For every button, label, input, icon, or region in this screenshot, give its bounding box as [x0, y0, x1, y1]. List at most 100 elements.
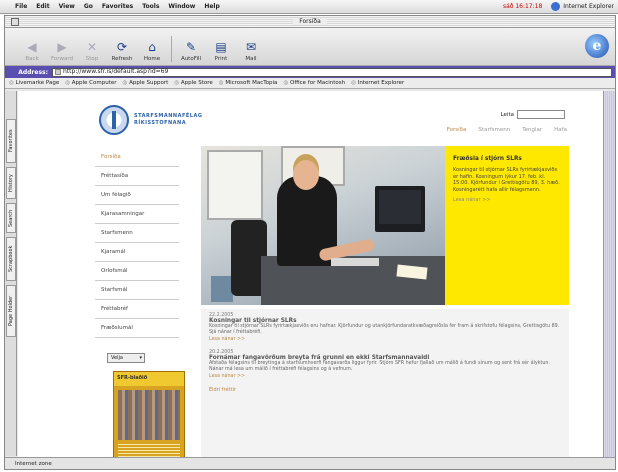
- leftnav-item[interactable]: Kjaramál: [95, 243, 179, 262]
- mail-button[interactable]: ✉ Mail: [236, 40, 266, 62]
- topnav-item[interactable]: Starfsmenn: [478, 127, 510, 133]
- favorite-link[interactable]: Livemarke Page: [9, 80, 60, 86]
- favorite-link[interactable]: Apple Support: [123, 80, 168, 86]
- autofill-button[interactable]: ✎ AutoFill: [176, 40, 206, 62]
- favorite-link[interactable]: Apple Computer: [65, 80, 117, 86]
- photo-bin: [211, 276, 233, 302]
- print-icon: ▤: [215, 40, 227, 54]
- favorite-link[interactable]: Apple Store: [174, 80, 213, 86]
- promo-box: Fræðsla í stjórn SLRs Kosningar til stjó…: [445, 146, 569, 305]
- topnav-item[interactable]: Hafa: [554, 127, 567, 133]
- hero-photo: [201, 146, 445, 305]
- news-read-more-link[interactable]: Lesa nánar >>: [209, 374, 561, 379]
- forward-button[interactable]: ▶ Forward: [47, 40, 77, 62]
- menubar-clock: sáð 16:17:18: [502, 3, 543, 10]
- menu-window[interactable]: Window: [168, 3, 195, 10]
- window-titlebar[interactable]: Forsíða: [5, 16, 615, 28]
- tab-favorites[interactable]: Favorites: [6, 119, 16, 163]
- favorite-link[interactable]: Office for Macintosh: [283, 80, 345, 86]
- promo-body: Kosningar til stjórnar SLRs fyrirtækjasv…: [453, 167, 560, 193]
- magazine-title: SFR-blaðið: [114, 372, 184, 386]
- application-name: Internet Explorer: [563, 3, 614, 10]
- leftnav-item[interactable]: Starfsmál: [95, 281, 179, 300]
- tab-history[interactable]: History: [6, 167, 16, 199]
- leftnav-item[interactable]: Fréttabréf: [95, 300, 179, 319]
- internet-explorer-app-icon: [551, 2, 561, 11]
- address-label: Address:: [18, 68, 48, 76]
- topnav-item[interactable]: Forsíða: [447, 127, 467, 133]
- menu-edit[interactable]: Edit: [36, 3, 49, 10]
- page-proxy-icon[interactable]: [55, 69, 61, 75]
- tab-scrapbook[interactable]: Scrapbook: [6, 237, 16, 281]
- site-logo[interactable]: STARFSMANNAFÉLAG RÍKISSTOFNANA: [99, 105, 202, 135]
- promo-title: Fræðsla í stjórn SLRs: [453, 156, 522, 162]
- magazine-cover[interactable]: SFR-blaðið: [113, 371, 185, 457]
- news-body: Kosningar til stjórnar SLRs fyrirtækjasv…: [209, 324, 560, 335]
- forward-arrow-icon: ▶: [57, 40, 67, 54]
- refresh-button[interactable]: ⟳ Refresh: [107, 40, 137, 62]
- autofill-icon: ✎: [185, 40, 197, 54]
- mail-icon: ✉: [245, 40, 257, 54]
- window-close-box[interactable]: [11, 18, 19, 26]
- vertical-scrollbar[interactable]: [603, 91, 615, 457]
- status-text: Internet zone: [15, 460, 52, 467]
- magazine-photo: [118, 390, 180, 440]
- logo-text: STARFSMANNAFÉLAG RÍKISSTOFNANA: [134, 113, 202, 127]
- refresh-label: Refresh: [111, 56, 133, 62]
- menu-favorites[interactable]: Favorites: [102, 3, 133, 10]
- stop-icon: ✕: [86, 40, 98, 54]
- print-label: Print: [214, 56, 228, 62]
- photo-person-head: [293, 160, 319, 190]
- leftnav-item[interactable]: Kjarasamningar: [95, 205, 179, 224]
- menu-file[interactable]: File: [15, 3, 27, 10]
- menu-view[interactable]: View: [59, 3, 75, 10]
- magazine-text: [118, 444, 180, 457]
- home-icon: ⌂: [148, 40, 156, 54]
- topnav-item[interactable]: Tenglar: [522, 127, 542, 133]
- autofill-label: AutoFill: [180, 56, 202, 62]
- photo-keyboard: [331, 258, 379, 266]
- tab-page-holder[interactable]: Page Holder: [6, 285, 16, 337]
- leftnav-item[interactable]: Fréttasíða: [95, 167, 179, 186]
- leftnav-item[interactable]: Um félagið: [95, 186, 179, 205]
- leftnav-item[interactable]: Orlofsmál: [95, 262, 179, 281]
- search-input[interactable]: [517, 110, 565, 119]
- browser-toolbar: ◀ Back ▶ Forward ✕ Stop ⟳ Refresh ⌂ Home…: [5, 28, 615, 66]
- address-field[interactable]: http://www.sfr.is/default.asp?id=69: [52, 67, 612, 77]
- tab-search[interactable]: Search: [6, 203, 16, 233]
- menu-go[interactable]: Go: [84, 3, 93, 10]
- left-navigation: Forsíða Fréttasíða Um félagið Kjarasamni…: [95, 148, 179, 338]
- internet-explorer-logo-icon: e: [585, 34, 609, 58]
- back-arrow-icon: ◀: [27, 40, 37, 54]
- site-container: STARFSMANNAFÉLAG RÍKISSTOFNANA Leita For…: [89, 91, 575, 457]
- back-button[interactable]: ◀ Back: [17, 40, 47, 62]
- news-item: 20.2.2005 Fornámar fangavörðum breyta fr…: [209, 350, 561, 379]
- stop-button[interactable]: ✕ Stop: [77, 40, 107, 62]
- menu-tools[interactable]: Tools: [142, 3, 159, 10]
- favorite-link[interactable]: Internet Explorer: [351, 80, 405, 86]
- leftnav-item[interactable]: Starfsmenn: [95, 224, 179, 243]
- photo-window: [207, 150, 263, 220]
- print-button[interactable]: ▤ Print: [206, 40, 236, 62]
- leftnav-item[interactable]: Fræðslumál: [95, 319, 179, 338]
- favorite-link[interactable]: Microsoft MacTopia: [219, 80, 277, 86]
- application-menu[interactable]: Internet Explorer: [551, 2, 618, 11]
- menu-help[interactable]: Help: [204, 3, 219, 10]
- union-logo-icon: [99, 105, 129, 135]
- photo-screen: [379, 190, 421, 224]
- top-navigation: Forsíða Starfsmenn Tenglar Hafa: [447, 127, 567, 133]
- older-news-link[interactable]: Eldri fréttir: [209, 387, 561, 393]
- promo-read-more-link[interactable]: Lesa nánar >>: [453, 197, 561, 203]
- leftnav-item[interactable]: Forsíða: [95, 148, 179, 167]
- quick-select-dropdown[interactable]: Velja ▾: [107, 353, 145, 363]
- news-body: Afstaða félagsins til breytinga á starfs…: [209, 361, 550, 372]
- home-button[interactable]: ⌂ Home: [137, 40, 167, 62]
- mail-label: Mail: [245, 56, 257, 62]
- back-label: Back: [25, 56, 39, 62]
- favorites-bar: Livemarke Page Apple Computer Apple Supp…: [5, 78, 615, 89]
- status-bar: Internet zone: [5, 457, 615, 469]
- explorer-bar-tabs: Favorites History Search Scrapbook Page …: [5, 91, 17, 456]
- logo-line-2: RÍKISSTOFNANA: [134, 120, 187, 126]
- stop-label: Stop: [85, 56, 99, 62]
- news-read-more-link[interactable]: Lesa nánar >>: [209, 337, 561, 342]
